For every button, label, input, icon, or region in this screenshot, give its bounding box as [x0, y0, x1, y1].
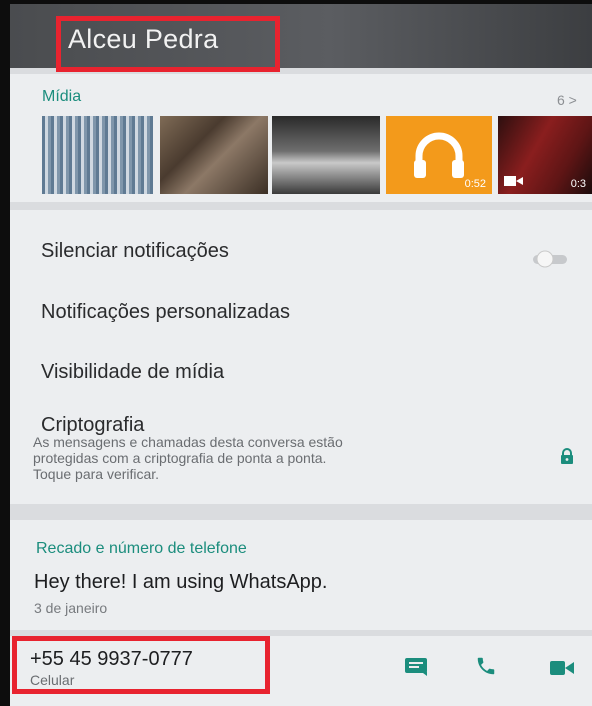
- highlight-box-phone: [12, 636, 270, 694]
- encryption-desc-line: protegidas com a criptografia de ponta a…: [33, 450, 327, 466]
- video-camera-icon: [504, 176, 523, 186]
- call-icon[interactable]: [475, 655, 497, 677]
- contact-info-screen: Alceu Pedra Mídia 6 > 0:52 0:3 Silenciar…: [10, 4, 592, 706]
- highlight-box-name: [56, 16, 280, 72]
- video-thumbnail[interactable]: 0:3: [498, 116, 592, 194]
- media-count-link[interactable]: 6 >: [557, 92, 577, 108]
- about-title: Recado e número de telefone: [36, 540, 247, 557]
- media-visibility-item[interactable]: Visibilidade de mídia: [41, 361, 224, 384]
- media-thumbnail[interactable]: [160, 116, 268, 194]
- media-thumbnail[interactable]: [42, 116, 153, 194]
- encryption-description: As mensagens e chamadas desta conversa e…: [33, 434, 513, 482]
- audio-thumbnail[interactable]: 0:52: [386, 116, 492, 194]
- lock-icon: [561, 448, 573, 464]
- status-text: Hey there! I am using WhatsApp.: [34, 571, 328, 593]
- video-call-icon[interactable]: [550, 660, 574, 676]
- status-date: 3 de janeiro: [34, 600, 108, 616]
- audio-duration: 0:52: [464, 178, 486, 190]
- encryption-desc-line: As mensagens e chamadas desta conversa e…: [33, 434, 343, 450]
- mute-notifications-label[interactable]: Silenciar notificações: [41, 240, 229, 263]
- encryption-desc-line: Toque para verificar.: [33, 466, 160, 482]
- media-thumbnail[interactable]: [272, 116, 380, 194]
- media-title: Mídia: [42, 88, 82, 105]
- mute-notifications-toggle[interactable]: [530, 250, 574, 268]
- custom-notifications-item[interactable]: Notificações personalizadas: [41, 301, 290, 324]
- message-icon[interactable]: [405, 658, 427, 676]
- video-duration: 0:3: [570, 178, 586, 190]
